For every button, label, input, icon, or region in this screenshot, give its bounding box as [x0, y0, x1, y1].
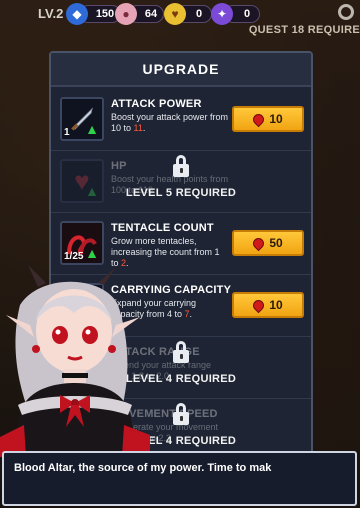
blood-drop-icon	[251, 235, 267, 251]
upgrade-button-carrying-capacity[interactable]: 10	[232, 292, 304, 318]
dialog-box[interactable]: Blood Altar, the source of my power. Tim…	[2, 451, 357, 506]
blood-drop-icon	[251, 111, 267, 127]
upgrade-button-tentacle-count[interactable]: 50	[232, 230, 304, 256]
icon-count: 1	[64, 127, 70, 138]
pig-coin-icon: ●	[115, 3, 137, 25]
lock-requirement: LEVEL 5 REQUIRED	[125, 187, 237, 199]
character-portrait	[0, 265, 150, 457]
up-arrow-icon: ▲	[85, 121, 99, 137]
settings-gear-icon[interactable]	[338, 4, 354, 20]
tentacle-icon: 1/25 ▲	[60, 221, 104, 265]
lock-overlay	[51, 155, 311, 182]
blood-drop-icon	[251, 297, 267, 313]
row-title: ATTACK POWER	[111, 98, 202, 110]
horn-right	[98, 267, 116, 285]
desc-suffix: .	[189, 309, 193, 319]
panel-title: UPGRADE	[51, 53, 311, 87]
heart-coin-icon: ♥	[164, 3, 186, 25]
sword-icon: 1 ▲	[60, 97, 104, 141]
lock-icon	[171, 403, 191, 425]
resource-pig-value: 64	[144, 8, 158, 20]
desc-value: 11	[133, 123, 143, 133]
cost-value: 10	[269, 298, 283, 312]
horn-left	[28, 265, 46, 287]
blue-gem-icon: ◆	[66, 3, 88, 25]
icon-count: 1/25	[64, 251, 84, 262]
ticket-icon: ✦	[211, 3, 233, 25]
desc-suffix: .	[142, 123, 146, 133]
upgrade-button-attack-power[interactable]: 10	[232, 106, 304, 132]
upgrade-row-hp: ♥ ▲ HP Boost your health points from 100…	[51, 151, 311, 213]
lock-icon	[171, 155, 191, 177]
resource-ticket-value: 0	[243, 8, 251, 20]
dialog-text: Blood Altar, the source of my power. Tim…	[14, 462, 272, 474]
resource-heart-value: 0	[195, 8, 203, 20]
upgrade-row-attack-power: 1 ▲ ATTACK POWER Boost your attack power…	[51, 89, 311, 151]
quest-requirement[interactable]: QUEST 18 REQUIRE	[249, 24, 360, 36]
top-hud: LV.2 150 ◆ 64 ● 0 ♥ 0 ✦ QUEST 18 REQUIRE	[0, 0, 360, 48]
player-level: LV.2	[38, 6, 64, 21]
resource-gems-value: 150	[95, 8, 115, 20]
row-title: TENTACLE COUNT	[111, 222, 214, 234]
cost-value: 10	[269, 112, 283, 126]
desc-text: Boost your attack power from 10 to	[111, 112, 229, 133]
lock-icon	[171, 341, 191, 363]
up-arrow-icon: ▲	[85, 245, 99, 261]
cost-value: 50	[269, 236, 283, 250]
row-description: Boost your attack power from 10 to 11.	[111, 112, 229, 134]
